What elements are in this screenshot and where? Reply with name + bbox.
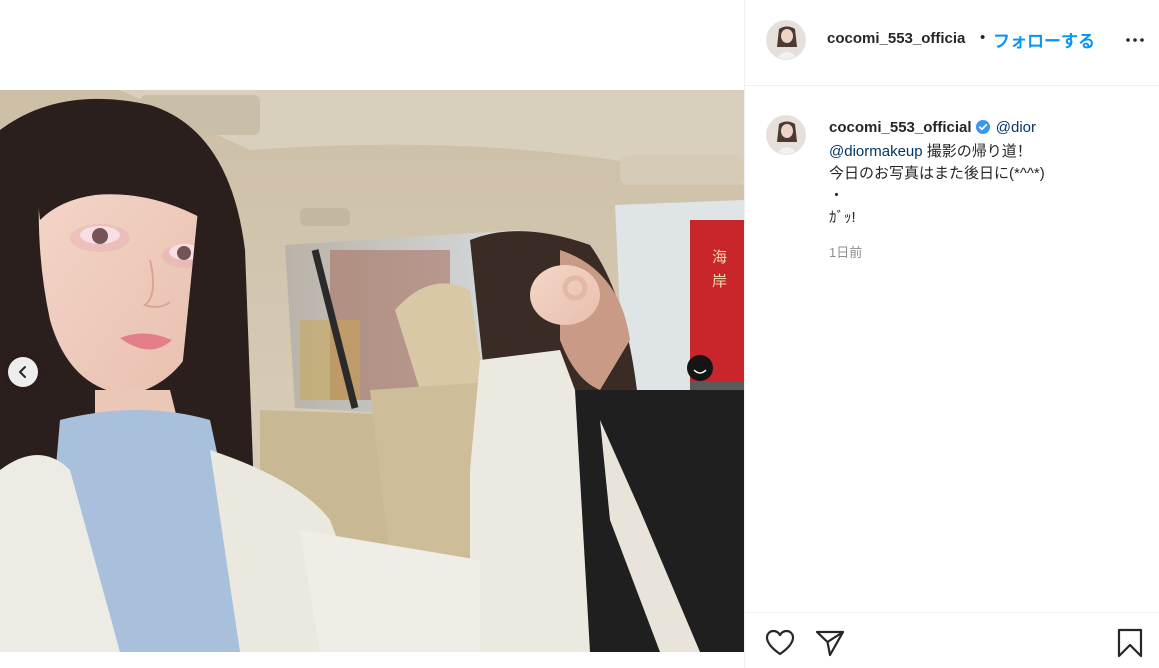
more-options-button[interactable]: [1123, 28, 1147, 52]
save-button[interactable]: [1114, 627, 1146, 659]
photo-illustration: 海 岸: [0, 90, 744, 652]
post-photo[interactable]: 海 岸: [0, 90, 744, 652]
chevron-left-icon: [19, 366, 26, 378]
paper-plane-icon: [815, 630, 845, 657]
caption-avatar[interactable]: [766, 115, 806, 155]
mention-diormakeup[interactable]: @diormakeup: [829, 143, 923, 160]
post-header: cocomi_553_officia • フォローする: [745, 0, 1159, 86]
separator-dot: •: [980, 29, 986, 46]
caption-text-3: ・: [829, 187, 845, 204]
like-button[interactable]: [764, 627, 796, 659]
avatar[interactable]: [766, 20, 806, 60]
carousel-previous-button[interactable]: [8, 357, 38, 387]
avatar-image: [767, 21, 805, 59]
verified-badge-icon: [975, 119, 990, 141]
caption-username[interactable]: cocomi_553_official: [829, 119, 972, 136]
more-horizontal-icon: [1126, 38, 1144, 42]
post-caption: cocomi_553_official @dior @diormakeup 撮影…: [829, 117, 1139, 229]
svg-text:海: 海: [712, 248, 727, 266]
action-bar: [745, 612, 1159, 668]
caption-line-2: @diormakeup 撮影の帰り道！: [829, 141, 1139, 163]
bookmark-icon: [1117, 628, 1143, 658]
mention-dior[interactable]: @dior: [996, 119, 1036, 136]
caption-line-1: cocomi_553_official @dior: [829, 117, 1139, 141]
share-button[interactable]: [814, 627, 846, 659]
avatar-image: [767, 116, 805, 154]
header-username[interactable]: cocomi_553_officia: [827, 30, 965, 47]
caption-text-2: 今日のお写真はまた後日に(*^^*): [829, 165, 1045, 182]
follow-button[interactable]: フォローする: [993, 27, 1095, 52]
post-media: 海 岸: [0, 0, 744, 668]
caption-text-4: ｶﾞｯ!: [829, 209, 856, 226]
post-timestamp[interactable]: 1日前: [829, 242, 862, 261]
post-side-panel: cocomi_553_officia • フォローする cocomi_553_o…: [744, 0, 1159, 668]
svg-text:岸: 岸: [712, 272, 727, 290]
caption-text-1: 撮影の帰り道！: [922, 143, 1032, 160]
heart-icon: [765, 629, 795, 656]
